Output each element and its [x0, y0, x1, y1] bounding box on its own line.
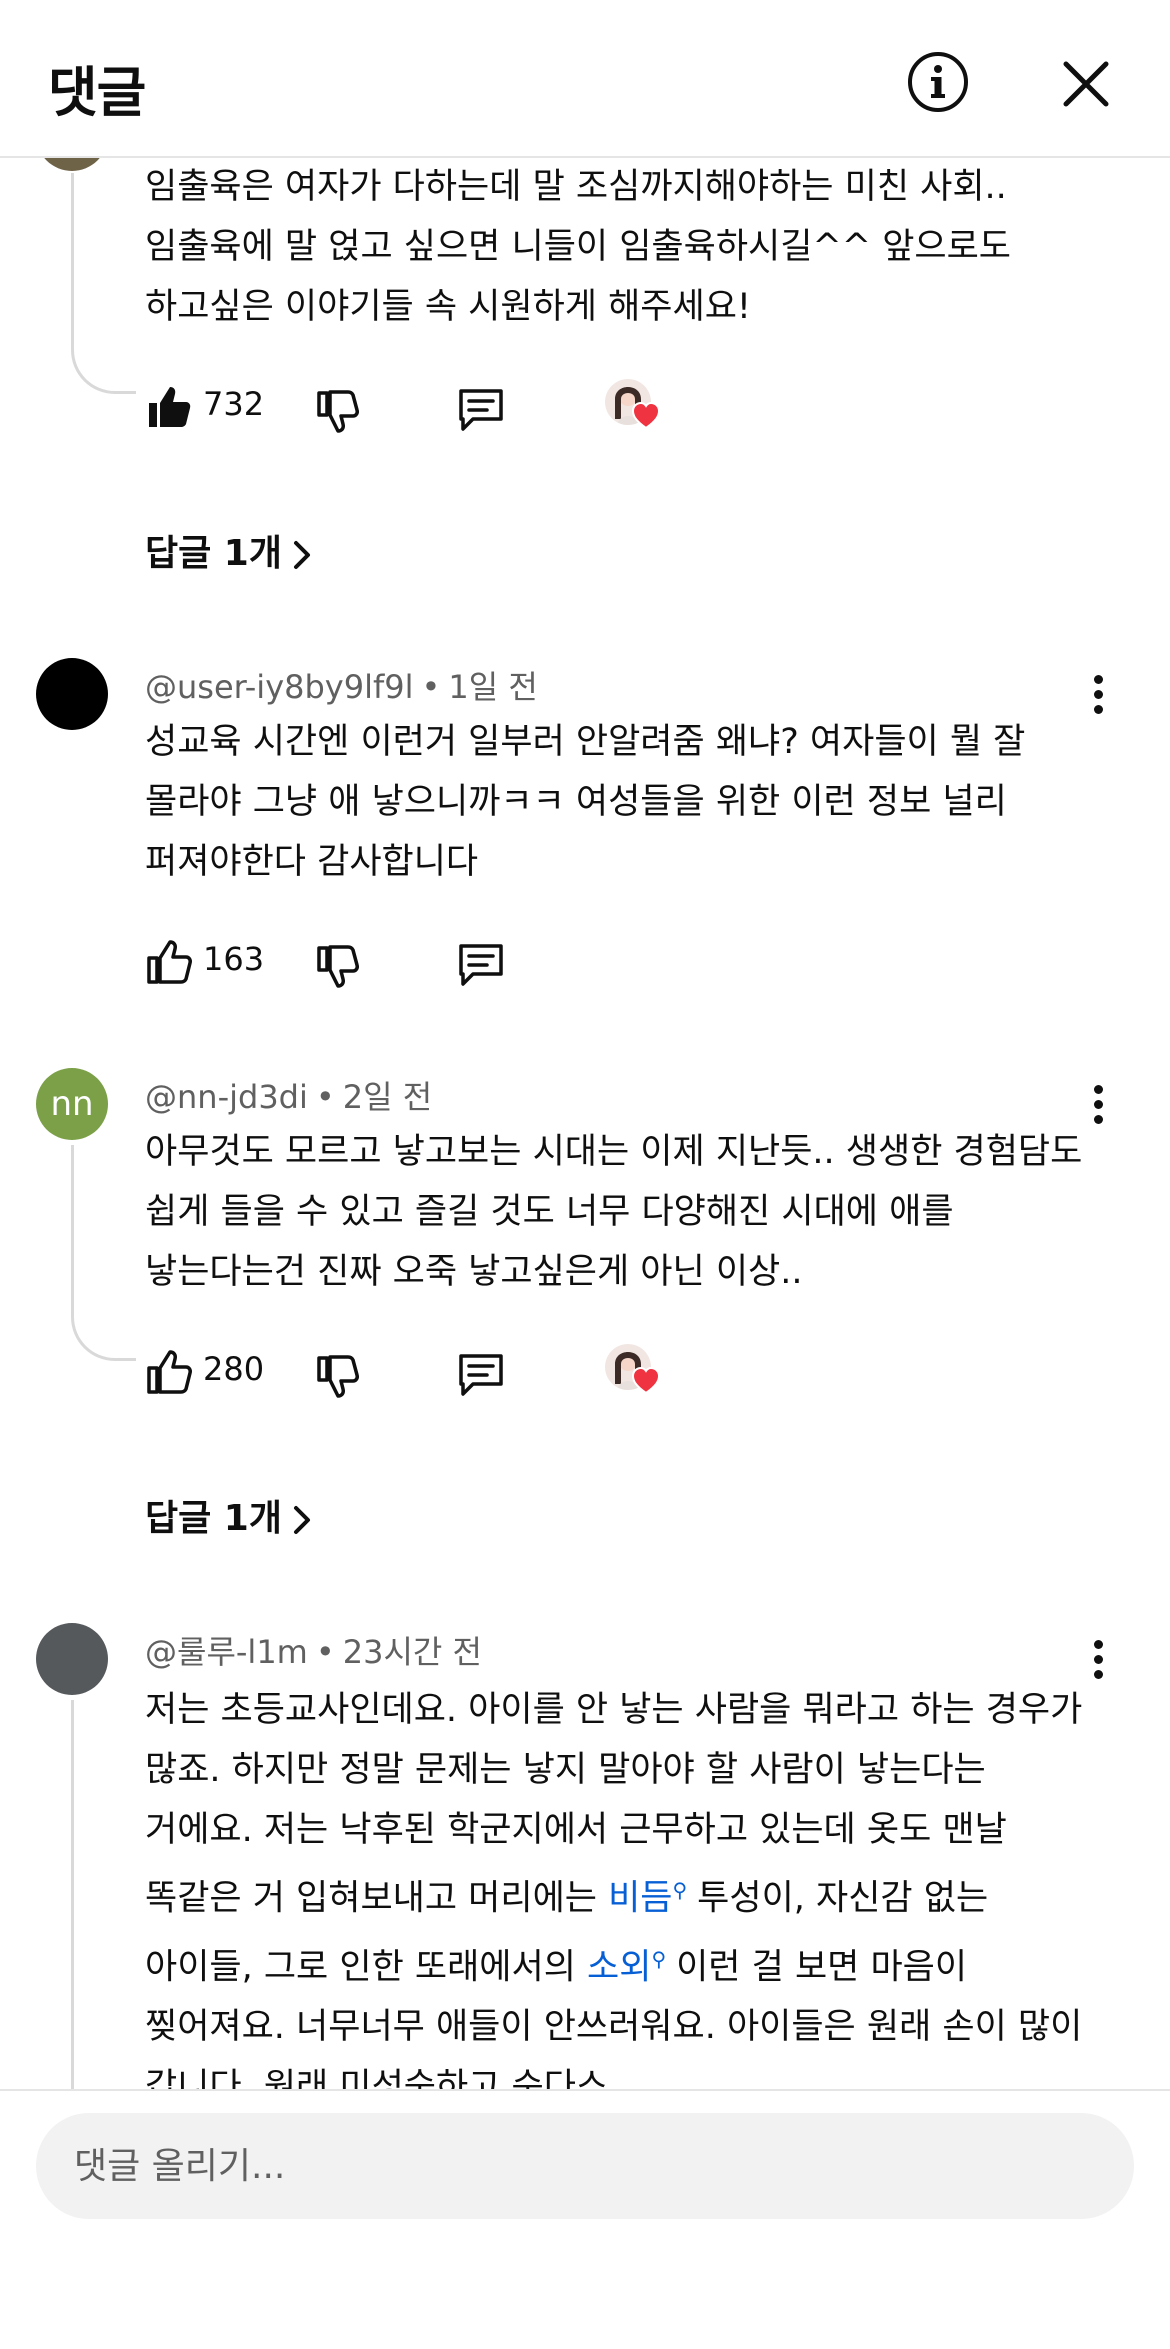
thumbs-down-icon[interactable]	[313, 942, 361, 990]
creator-heart	[605, 1344, 667, 1404]
view-replies-button[interactable]: 답글 1개	[145, 524, 314, 576]
search-icon: ⚲	[672, 1878, 688, 1902]
avatar[interactable]	[36, 1623, 108, 1695]
comment-list[interactable]: 임출육은 여자가 다하는데 말 조심까지해야하는 미친 사회.. 임출육에 말 …	[0, 157, 1170, 2089]
comment-time: 2일 전	[342, 1078, 433, 1116]
comment-text: 임출육은 여자가 다하는데 말 조심까지해야하는 미친 사회.. 임출육에 말 …	[145, 167, 1012, 327]
comment-text: 아무것도 모르고 낳고보는 시대는 이제 지난듯.. 생생한 경험담도 쉽게 들…	[145, 1132, 1083, 1292]
more-vert-icon	[1078, 1640, 1118, 1679]
comments-header: 댓글	[0, 0, 1170, 158]
avatar[interactable]	[36, 658, 108, 730]
info-icon	[908, 52, 968, 112]
replies-count-label: 답글 1개	[145, 533, 282, 574]
search-link[interactable]: 소외	[587, 1947, 651, 1987]
chevron-right-icon	[293, 541, 310, 569]
like-count: 163	[203, 940, 265, 978]
comment-time: 1일 전	[448, 668, 538, 706]
comment-author[interactable]: @nn-jd3di	[145, 1078, 308, 1116]
heart-icon	[631, 401, 661, 430]
thumbs-down-icon[interactable]	[313, 1352, 361, 1400]
thread-line	[71, 1145, 74, 1310]
like-count: 732	[203, 385, 265, 423]
thumbs-up-icon[interactable]	[145, 383, 193, 431]
search-icon: ⚲	[651, 1946, 667, 1971]
chevron-right-icon	[293, 1506, 310, 1534]
comment-meta: @룰루-l1m • 23시간 전	[145, 1633, 482, 1671]
comment-meta: @nn-jd3di • 2일 전	[145, 1078, 433, 1116]
comment-text: 저는 초등교사인데요. 아이를 안 낳는 사람을 뭐라고 하는 경우가 많죠. …	[145, 1680, 1090, 2089]
close-button[interactable]	[1058, 56, 1114, 112]
thread-line	[71, 173, 74, 343]
info-button[interactable]	[906, 50, 970, 114]
like-count: 280	[203, 1350, 265, 1388]
creator-heart	[605, 379, 667, 439]
comment-meta: @user-iy8by9lf9l • 1일 전	[145, 668, 538, 706]
view-replies-button[interactable]: 답글 1개	[145, 1489, 314, 1541]
comment-composer	[0, 2089, 1170, 2349]
thread-line	[71, 1700, 74, 2089]
thumbs-up-icon[interactable]	[145, 1348, 193, 1396]
avatar[interactable]: nn	[36, 1068, 108, 1140]
avatar[interactable]	[36, 157, 108, 171]
thread-line	[71, 1306, 136, 1361]
reply-icon[interactable]	[457, 940, 505, 988]
heart-icon	[631, 1366, 661, 1395]
search-link[interactable]: 비듬	[608, 1879, 672, 1919]
more-vert-icon	[1078, 675, 1118, 714]
close-icon	[1063, 61, 1109, 107]
thumbs-up-icon[interactable]	[145, 938, 193, 986]
thread-line	[71, 339, 136, 394]
comment-text: 성교육 시간엔 이런거 일부러 안알려줌 왜냐? 여자들이 뭘 잘 몰라야 그냥…	[145, 722, 1026, 882]
reply-icon[interactable]	[457, 1350, 505, 1398]
reply-icon[interactable]	[457, 385, 505, 433]
replies-count-label: 답글 1개	[145, 1498, 282, 1539]
page-title: 댓글	[48, 61, 146, 124]
comment-author[interactable]: @user-iy8by9lf9l	[145, 668, 414, 706]
comment-author[interactable]: @룰루-l1m	[145, 1633, 308, 1671]
comment-time: 23시간 전	[342, 1633, 482, 1671]
thumbs-down-icon[interactable]	[313, 387, 361, 435]
more-vert-icon	[1078, 1085, 1118, 1124]
comment-input[interactable]	[36, 2113, 1134, 2219]
